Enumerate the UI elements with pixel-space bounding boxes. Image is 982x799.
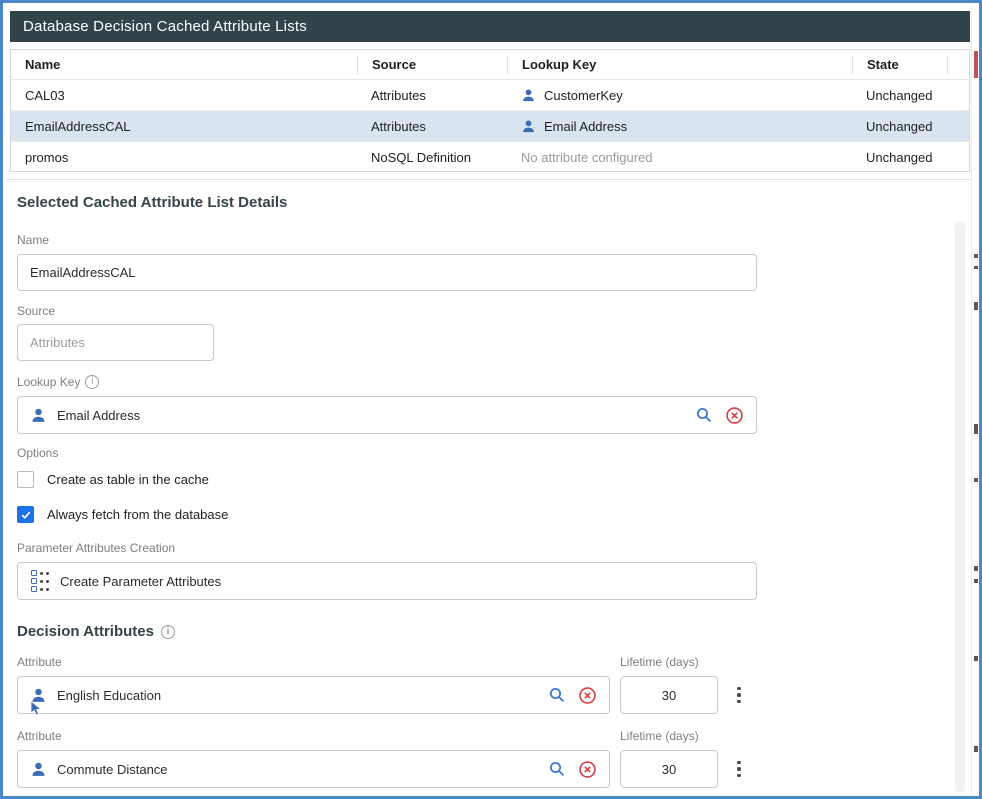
kebab-menu-icon[interactable] (732, 683, 746, 707)
info-icon[interactable]: i (161, 625, 175, 639)
cell-lookup-key-empty: No attribute configured (507, 150, 852, 165)
vertical-scrollbar-track[interactable] (955, 221, 965, 793)
decision-attributes-heading: Decision Attributes i (17, 623, 175, 640)
cell-source: Attributes (357, 119, 507, 134)
lookup-key-text: CustomerKey (544, 88, 623, 103)
create-parameter-attributes-button[interactable]: Create Parameter Attributes (17, 562, 757, 600)
table-row-selected[interactable]: EmailAddressCAL Attributes Email Address… (11, 111, 969, 142)
lookup-key-text: Email Address (544, 119, 627, 134)
checkbox-checked[interactable] (17, 506, 34, 523)
remove-circle-icon[interactable] (577, 759, 597, 779)
checkbox-row-always-fetch[interactable]: Always fetch from the database (17, 506, 228, 523)
person-icon (30, 761, 47, 778)
checkbox-unchecked[interactable] (17, 471, 34, 488)
attribute-label: Attribute (17, 729, 62, 743)
source-input[interactable] (17, 324, 214, 361)
options-label: Options (17, 446, 58, 460)
attribute-field[interactable]: English Education (17, 676, 610, 714)
column-header-lookup-key[interactable]: Lookup Key (507, 56, 852, 74)
attribute-label: Attribute (17, 655, 62, 669)
person-icon (521, 88, 536, 103)
table-row[interactable]: CAL03 Attributes CustomerKey Unchanged (11, 80, 969, 111)
checkbox-label: Always fetch from the database (47, 507, 228, 522)
lookup-key-label-text: Lookup Key (17, 375, 80, 389)
kebab-menu-icon[interactable] (732, 757, 746, 781)
lookup-key-value: Email Address (57, 408, 684, 423)
remove-circle-icon[interactable] (724, 405, 744, 425)
details-heading: Selected Cached Attribute List Details (17, 194, 287, 211)
cell-source: Attributes (357, 88, 507, 103)
lifetime-input[interactable] (620, 676, 718, 714)
lifetime-input[interactable] (620, 750, 718, 788)
lookup-key-field[interactable]: Email Address (17, 396, 757, 434)
create-parameter-attributes-label: Create Parameter Attributes (60, 574, 221, 589)
cell-state: Unchanged (852, 150, 947, 165)
cell-name: promos (11, 150, 357, 165)
cell-lookup-key: Email Address (507, 119, 852, 134)
attribute-field[interactable]: Commute Distance (17, 750, 610, 788)
attribute-value: English Education (57, 688, 537, 703)
checkbox-row-create-as-table[interactable]: Create as table in the cache (17, 471, 209, 488)
cell-lookup-key: CustomerKey (507, 88, 852, 103)
parameter-attributes-label: Parameter Attributes Creation (17, 541, 175, 555)
column-header-name[interactable]: Name (11, 56, 357, 74)
person-icon (30, 407, 47, 424)
clipped-content-strip (971, 6, 979, 799)
app-window: Database Decision Cached Attribute Lists… (0, 0, 982, 799)
page-title-bar: Database Decision Cached Attribute Lists (10, 11, 970, 42)
column-header-state[interactable]: State (852, 56, 947, 74)
cell-name: EmailAddressCAL (11, 119, 357, 134)
section-divider (6, 179, 979, 180)
table-header-row: Name Source Lookup Key State (11, 50, 969, 80)
lookup-key-label: Lookup Key i (17, 375, 99, 389)
lifetime-label: Lifetime (days) (620, 655, 699, 669)
cell-state: Unchanged (852, 88, 947, 103)
page-title: Database Decision Cached Attribute Lists (23, 18, 307, 35)
person-icon (521, 119, 536, 134)
remove-circle-icon[interactable] (577, 685, 597, 705)
checkbox-label: Create as table in the cache (47, 472, 209, 487)
name-label: Name (17, 233, 49, 247)
column-header-source[interactable]: Source (357, 56, 507, 74)
create-attributes-grid-icon (31, 570, 49, 592)
source-label: Source (17, 304, 55, 318)
lifetime-label: Lifetime (days) (620, 729, 699, 743)
search-icon[interactable] (547, 759, 567, 779)
cell-source: NoSQL Definition (357, 150, 507, 165)
search-icon[interactable] (547, 685, 567, 705)
table-row[interactable]: promos NoSQL Definition No attribute con… (11, 142, 969, 173)
decision-attributes-heading-text: Decision Attributes (17, 623, 154, 640)
cached-attribute-list-table: Name Source Lookup Key State CAL03 Attri… (10, 49, 970, 172)
attribute-value: Commute Distance (57, 762, 537, 777)
column-header-filler (947, 56, 969, 74)
cell-name: CAL03 (11, 88, 357, 103)
cell-state: Unchanged (852, 119, 947, 134)
search-icon[interactable] (694, 405, 714, 425)
name-input[interactable] (17, 254, 757, 291)
info-icon[interactable]: i (85, 375, 99, 389)
mouse-cursor-icon (30, 700, 43, 716)
